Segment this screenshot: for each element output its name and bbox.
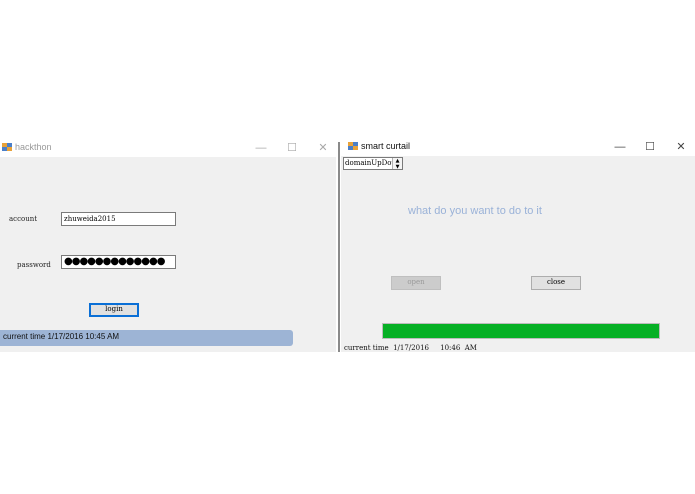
curtain-status-text: current time 1/17/2016 10:46 AM — [344, 344, 477, 352]
progress-fill — [383, 324, 659, 338]
login-window: hackthon — ☐ ✕ account zhuweida2015 pass… — [0, 139, 336, 352]
action-prompt: what do you want to do to it — [408, 205, 542, 217]
login-window-title: hackthon — [15, 142, 52, 152]
app-icon — [348, 142, 358, 151]
maximize-icon[interactable]: ☐ — [281, 139, 303, 157]
login-status-bar: current time 1/17/2016 10:45 AM — [0, 330, 293, 346]
domain-updown[interactable]: domainUpDown ▲ ▼ — [343, 157, 403, 170]
login-title-bar: hackthon — ☐ ✕ — [0, 139, 336, 157]
open-button[interactable]: open — [391, 276, 441, 290]
curtain-title-bar: smart curtail — ☐ ✕ — [341, 138, 695, 156]
close-button[interactable]: close — [531, 276, 581, 290]
close-icon[interactable]: ✕ — [312, 139, 334, 157]
account-input[interactable]: zhuweida2015 — [61, 212, 176, 226]
updown-spinner[interactable]: ▲ ▼ — [392, 158, 402, 170]
login-button[interactable]: login — [89, 303, 139, 317]
curtain-window-title: smart curtail — [361, 141, 411, 151]
password-input[interactable]: ●●●●●●●●●●●●● — [61, 255, 176, 269]
app-icon — [2, 143, 12, 152]
minimize-icon[interactable]: — — [250, 139, 272, 157]
account-label: account — [9, 215, 38, 223]
password-label: password — [17, 261, 51, 269]
minimize-icon[interactable]: — — [609, 138, 631, 156]
close-icon[interactable]: ✕ — [670, 138, 692, 156]
curtain-progress-bar — [382, 323, 660, 339]
maximize-icon[interactable]: ☐ — [639, 138, 661, 156]
window-divider — [338, 142, 340, 352]
curtain-window: smart curtail — ☐ ✕ domainUpDown ▲ ▼ wha… — [341, 138, 695, 352]
spin-down-icon[interactable]: ▼ — [393, 164, 402, 170]
